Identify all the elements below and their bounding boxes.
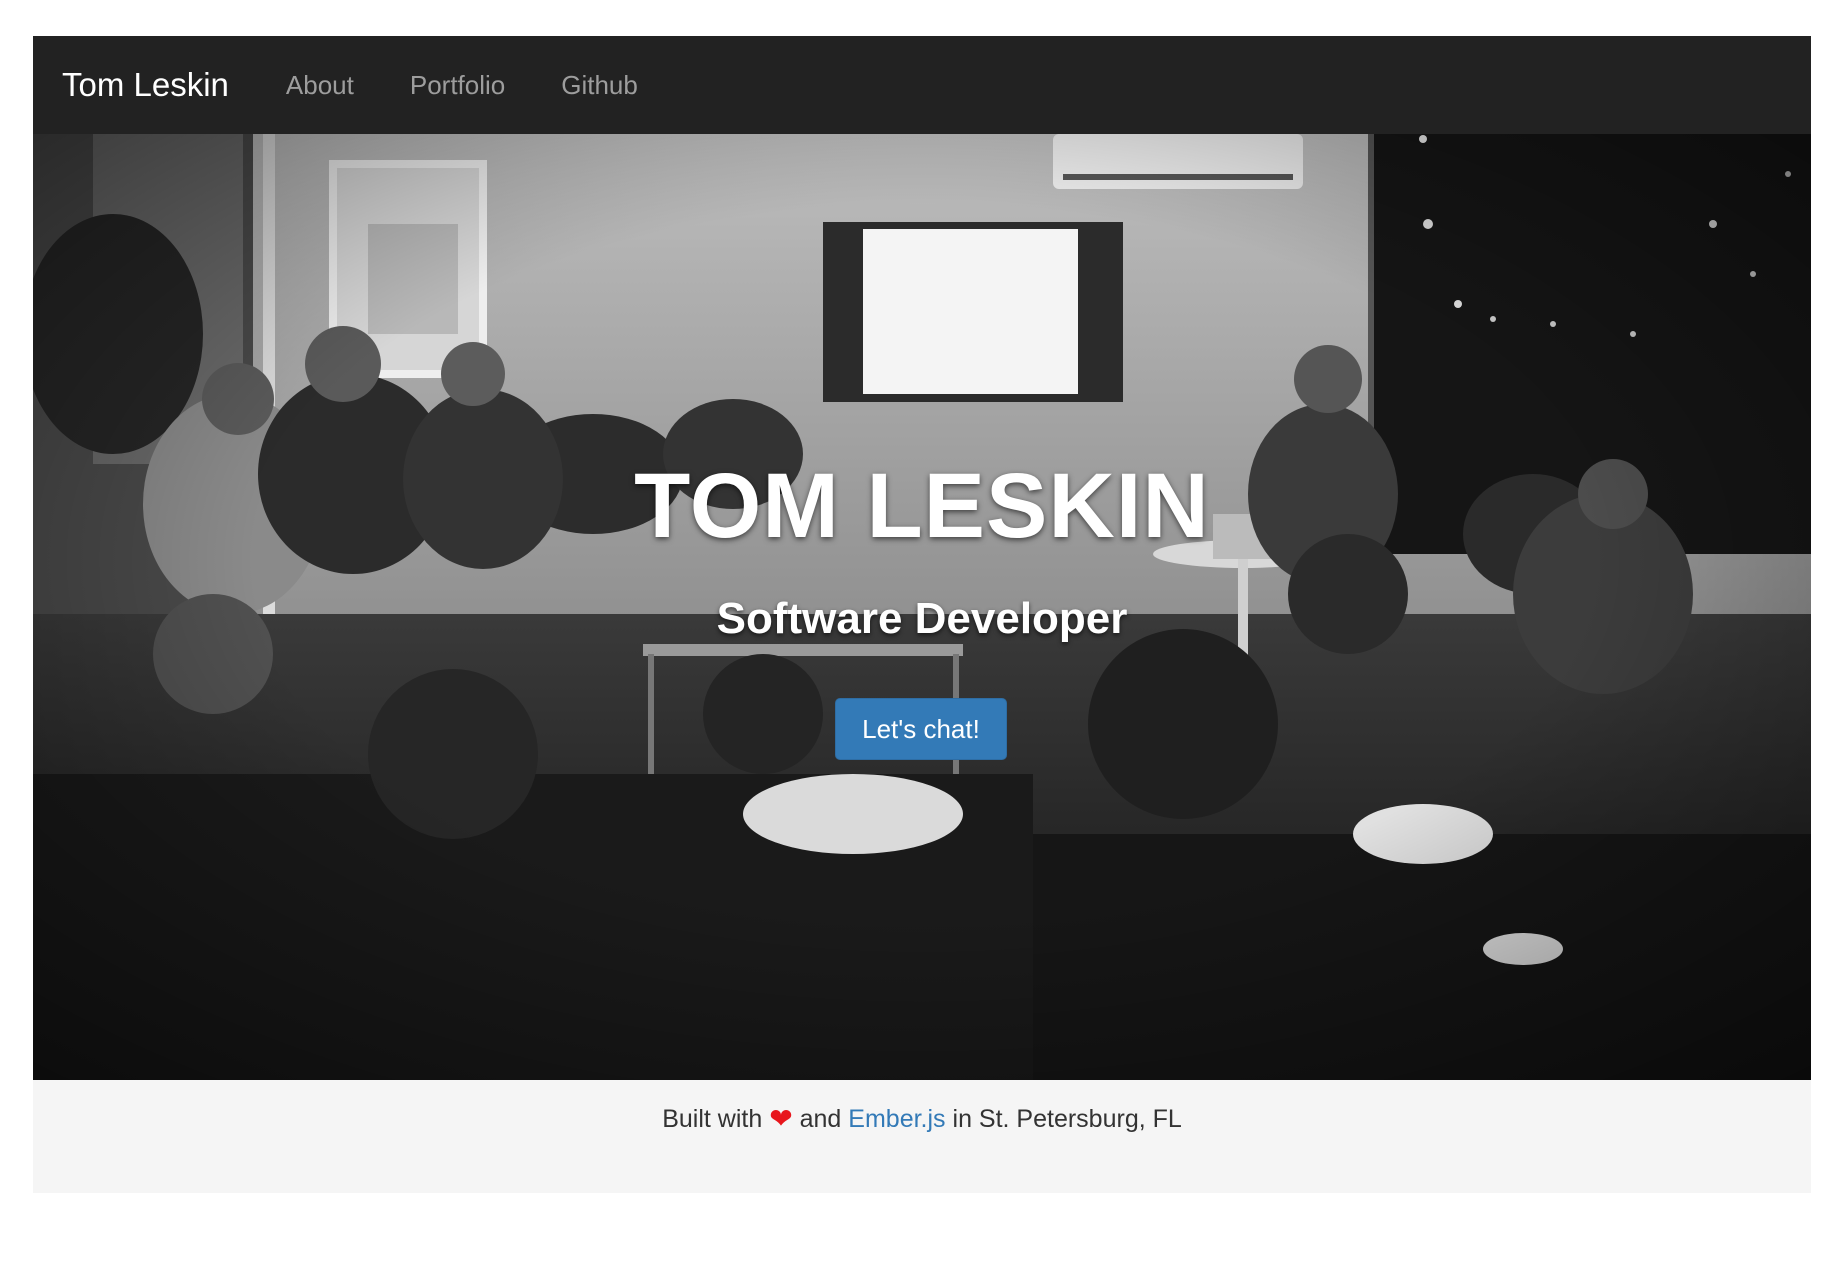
emberjs-link[interactable]: Ember.js bbox=[848, 1105, 945, 1133]
nav-link-github[interactable]: Github bbox=[561, 70, 638, 101]
nav-link-portfolio[interactable]: Portfolio bbox=[410, 70, 505, 101]
navbar: Tom Leskin About Portfolio Github bbox=[33, 36, 1811, 134]
footer-prefix: Built with bbox=[662, 1105, 763, 1133]
footer-and: and bbox=[799, 1105, 842, 1133]
footer-suffix: in St. Petersburg, FL bbox=[952, 1105, 1182, 1133]
lets-chat-button[interactable]: Let's chat! bbox=[835, 698, 1007, 760]
page: Tom Leskin About Portfolio Github TOM LE… bbox=[33, 36, 1811, 1193]
hero-subtitle: Software Developer bbox=[716, 594, 1128, 643]
nav-link-about[interactable]: About bbox=[286, 70, 354, 101]
hero-title: TOM LESKIN bbox=[634, 455, 1210, 557]
heart-icon: ❤ bbox=[769, 1103, 793, 1134]
footer: Built with ❤ and Ember.js in St. Petersb… bbox=[33, 1080, 1811, 1193]
brand-link[interactable]: Tom Leskin bbox=[62, 66, 229, 104]
hero-section: TOM LESKIN Software Developer Let's chat… bbox=[33, 134, 1811, 1080]
footer-credit-line: Built with ❤ and Ember.js in St. Petersb… bbox=[33, 1102, 1811, 1135]
